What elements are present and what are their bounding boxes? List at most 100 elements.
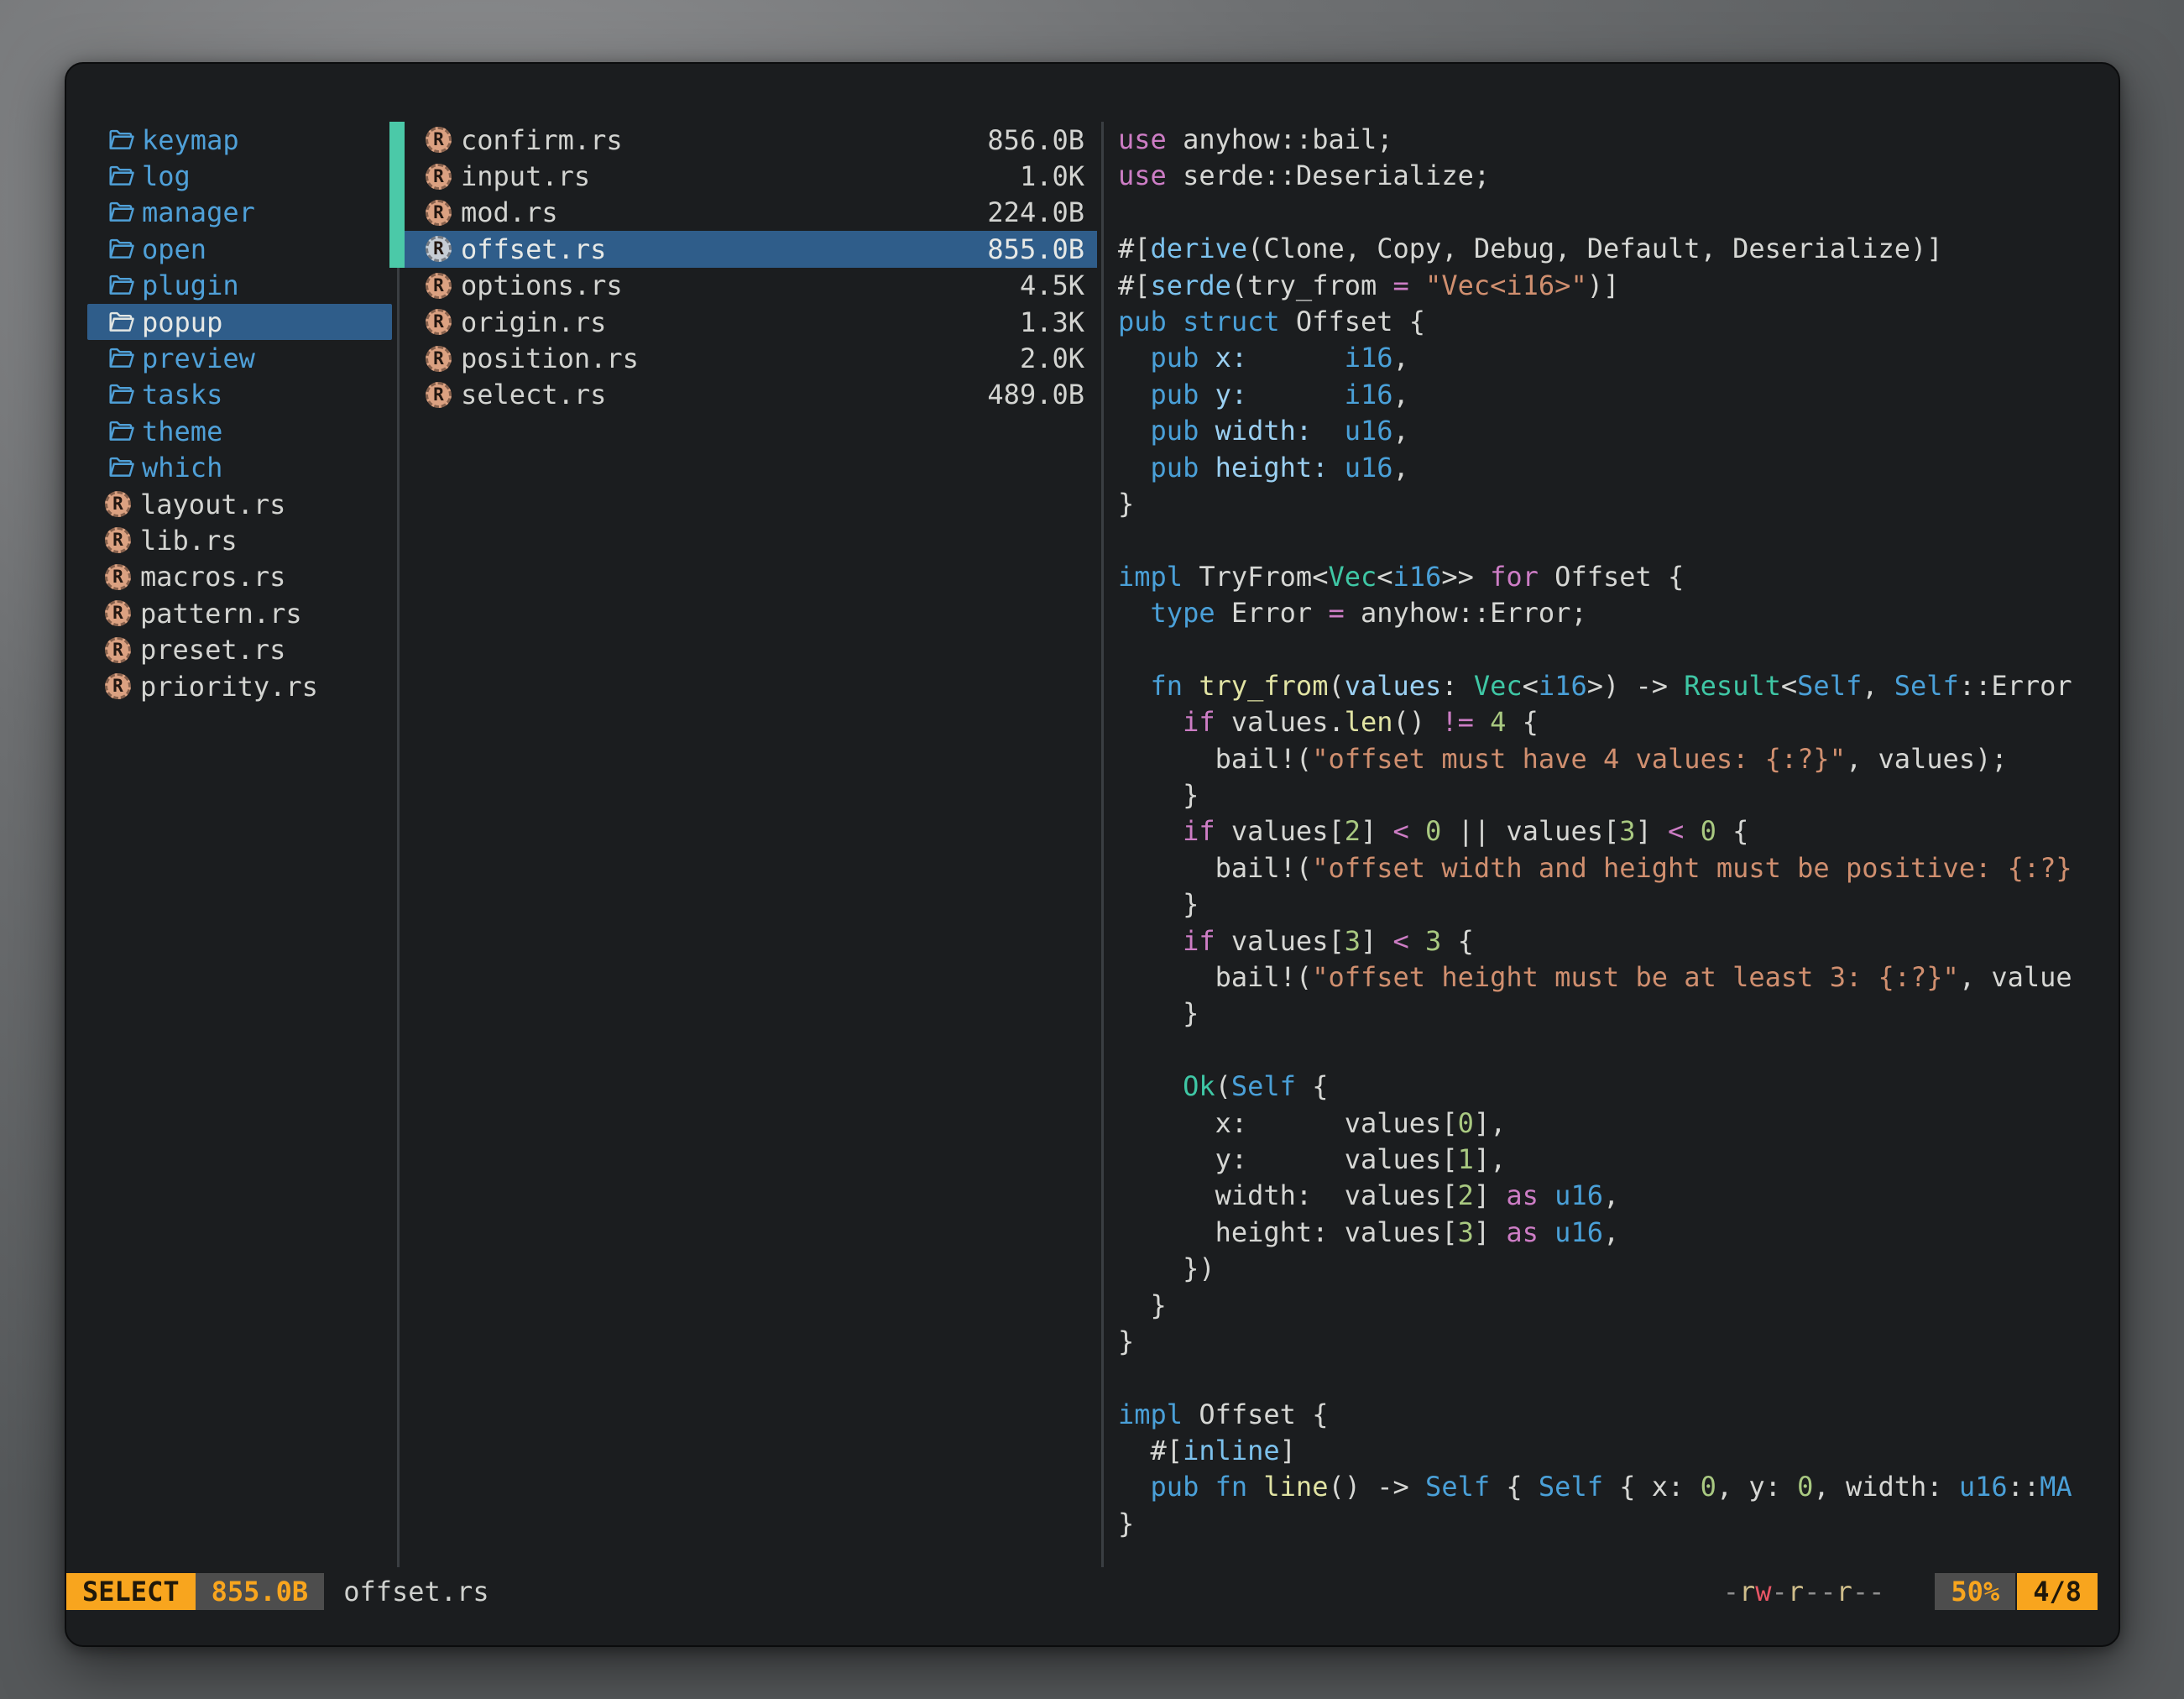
code-line: use anyhow::bail; (1118, 122, 2119, 158)
file-size: 855.0B (987, 233, 1084, 265)
file-name: options.rs (461, 269, 623, 301)
sidebar-item-tasks[interactable]: tasks (87, 377, 392, 413)
mode-badge: SELECT (66, 1573, 196, 1610)
file-name: input.rs (461, 160, 590, 192)
code-line: type Error = anyhow::Error; (1118, 595, 2119, 631)
rust-file-icon: R (426, 309, 452, 335)
sidebar-item-popup[interactable]: popup (87, 304, 392, 340)
code-line: if values[3] < 3 { (1118, 923, 2119, 959)
code-line: #[derive(Clone, Copy, Debug, Default, De… (1118, 231, 2119, 267)
code-line: impl Offset { (1118, 1397, 2119, 1433)
sidebar-item-log[interactable]: log (87, 158, 392, 194)
sidebar-item-label: theme (142, 416, 222, 447)
file-name: confirm.rs (461, 124, 623, 156)
sidebar-item-open[interactable]: open (87, 231, 392, 267)
sidebar-item-pattern-rs[interactable]: Rpattern.rs (87, 595, 392, 631)
file-size: 2.0K (1020, 342, 1084, 374)
code-line: use serde::Deserialize; (1118, 158, 2119, 194)
code-line: } (1118, 1506, 2119, 1542)
sidebar-item-label: open (142, 233, 206, 265)
scroll-percent-badge: 50% (1935, 1573, 2015, 1610)
sidebar-item-lib-rs[interactable]: Rlib.rs (87, 522, 392, 558)
rust-file-icon: R (105, 491, 131, 517)
open-folder-icon (105, 417, 138, 446)
sidebar-item-label: which (142, 452, 222, 484)
file-row-origin-rs[interactable]: Rorigin.rs1.3K (389, 304, 1097, 340)
code-line: x: values[0], (1118, 1106, 2119, 1142)
sidebar-item-label: manager (142, 196, 255, 228)
file-name: origin.rs (461, 306, 606, 338)
rust-file-icon: R (426, 346, 452, 372)
marked-indicator (389, 340, 405, 376)
open-folder-icon (105, 126, 138, 154)
code-line (1118, 195, 2119, 231)
file-size: 489.0B (987, 379, 1084, 410)
code-line: pub width: u16, (1118, 413, 2119, 449)
sidebar-item-priority-rs[interactable]: Rpriority.rs (87, 668, 392, 704)
code-line: } (1118, 777, 2119, 813)
rust-file-icon: R (105, 564, 131, 590)
code-line: height: values[3] as u16, (1118, 1215, 2119, 1251)
sidebar-item-label: layout.rs (140, 489, 285, 520)
sidebar-item-label: tasks (142, 379, 222, 410)
sidebar-item-preset-rs[interactable]: Rpreset.rs (87, 631, 392, 667)
pane-divider-right (1101, 122, 1104, 1567)
rust-file-icon: R (105, 637, 131, 663)
sidebar-item-theme[interactable]: theme (87, 413, 392, 449)
marked-indicator (389, 195, 405, 231)
code-line: pub y: i16, (1118, 377, 2119, 413)
rust-file-icon: R (105, 673, 131, 699)
sidebar-item-label: pattern.rs (140, 598, 302, 630)
code-line: bail!("offset height must be at least 3:… (1118, 959, 2119, 996)
sidebar-item-plugin[interactable]: plugin (87, 268, 392, 304)
rust-file-icon: R (426, 382, 452, 408)
sidebar-item-layout-rs[interactable]: Rlayout.rs (87, 486, 392, 522)
sidebar-item-label: log (142, 160, 191, 192)
sidebar-item-label: keymap (142, 124, 239, 156)
code-line (1118, 1032, 2119, 1069)
code-line: width: values[2] as u16, (1118, 1178, 2119, 1214)
code-line: pub x: i16, (1118, 340, 2119, 376)
sidebar-item-preview[interactable]: preview (87, 340, 392, 376)
rust-file-icon: R (426, 236, 452, 262)
code-line: } (1118, 1288, 2119, 1324)
code-line: y: values[1], (1118, 1142, 2119, 1178)
file-row-options-rs[interactable]: Roptions.rs4.5K (389, 268, 1097, 304)
file-row-position-rs[interactable]: Rposition.rs 2.0K (389, 340, 1097, 376)
sidebar-item-keymap[interactable]: keymap (87, 122, 392, 158)
code-line: impl TryFrom<Vec<i16>> for Offset { (1118, 559, 2119, 595)
sidebar-item-label: preview (142, 342, 255, 374)
file-row-select-rs[interactable]: Rselect.rs489.0B (389, 377, 1097, 413)
sidebar-item-manager[interactable]: manager (87, 195, 392, 231)
file-name: mod.rs (461, 196, 558, 228)
sidebar-item-which[interactable]: which (87, 450, 392, 486)
open-folder-icon (105, 162, 138, 191)
code-line: } (1118, 886, 2119, 923)
code-line: } (1118, 1324, 2119, 1360)
file-size: 1.0K (1020, 160, 1084, 192)
file-row-input-rs[interactable]: Rinput.rs 1.0K (389, 158, 1097, 194)
status-right-group: -rw-r--r-- 50% 4/8 (1723, 1573, 2098, 1610)
file-name: offset.rs (461, 233, 606, 265)
code-line: if values.len() != 4 { (1118, 704, 2119, 740)
rust-file-icon: R (426, 164, 452, 190)
rust-file-icon: R (105, 600, 131, 626)
marked-indicator (389, 231, 405, 267)
status-bar: SELECT 855.0B offset.rs -rw-r--r-- 50% 4… (66, 1573, 2120, 1610)
code-line (1118, 631, 2119, 667)
code-line: pub struct Offset { (1118, 304, 2119, 340)
code-line: }) (1118, 1251, 2119, 1287)
marked-indicator (389, 304, 405, 340)
file-row-offset-rs[interactable]: Roffset.rs 855.0B (389, 231, 1097, 267)
marked-indicator (389, 158, 405, 194)
file-row-mod-rs[interactable]: Rmod.rs224.0B (389, 195, 1097, 231)
marked-indicator (389, 377, 405, 413)
open-folder-icon (105, 344, 138, 373)
sidebar-item-macros-rs[interactable]: Rmacros.rs (87, 559, 392, 595)
file-size: 856.0B (987, 124, 1084, 156)
file-name: position.rs (461, 342, 639, 374)
code-line: } (1118, 996, 2119, 1032)
rust-file-icon: R (426, 273, 452, 299)
cursor-position-badge: 4/8 (2017, 1573, 2098, 1610)
file-row-confirm-rs[interactable]: Rconfirm.rs856.0B (389, 122, 1097, 158)
